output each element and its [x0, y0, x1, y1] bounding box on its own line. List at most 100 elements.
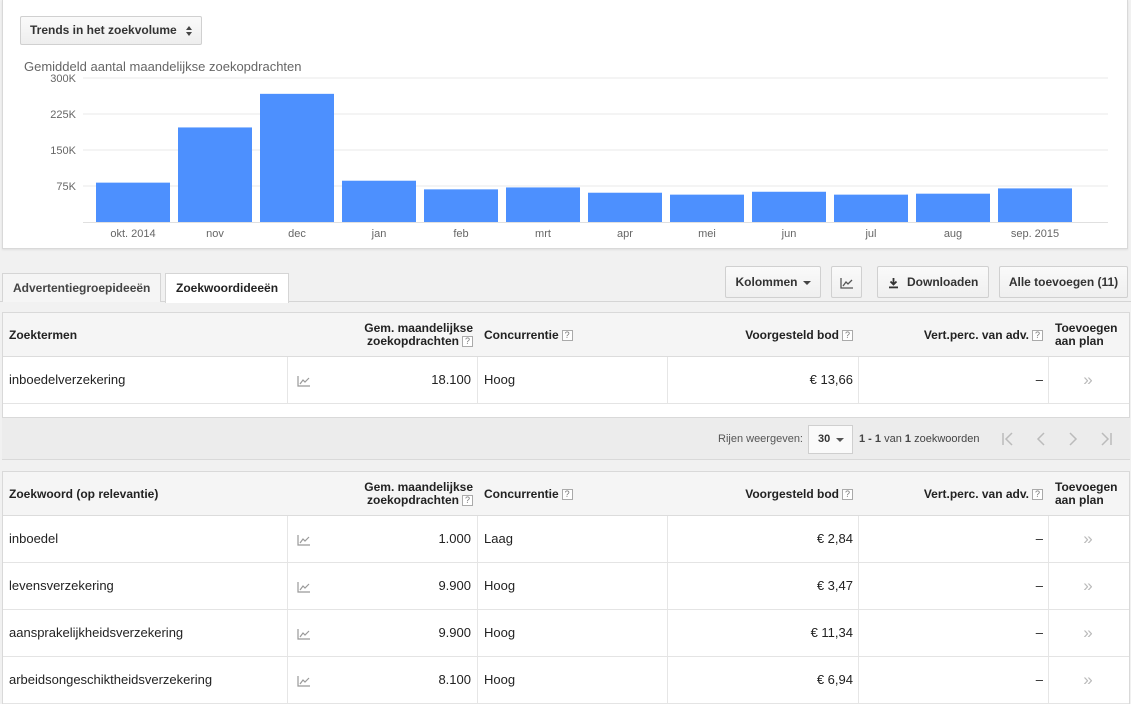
bar[interactable]	[916, 193, 990, 222]
bar[interactable]	[424, 189, 498, 222]
header-suggested-bid: Voorgesteld bod?	[671, 487, 853, 501]
competition-value: Hoog	[484, 672, 516, 687]
avg-monthly-searches: 18.100	[431, 372, 471, 387]
pagination-range: 1 - 1 van 1 zoekwoorden	[859, 433, 980, 445]
x-tick-label: jun	[781, 228, 797, 240]
column-divider	[667, 657, 668, 703]
x-tick-label: jan	[371, 228, 387, 240]
bar[interactable]	[998, 188, 1072, 222]
competition-value: Hoog	[484, 625, 516, 640]
avg-monthly-searches: 9.900	[438, 625, 471, 640]
columns-button[interactable]: Kolommen	[725, 266, 821, 298]
column-divider	[858, 610, 859, 656]
column-divider	[477, 563, 478, 609]
trend-chart-icon	[839, 277, 853, 289]
ad-impression-share: –	[1035, 578, 1043, 593]
bar[interactable]	[96, 182, 170, 222]
add-all-button[interactable]: Alle toevoegen (11)	[999, 266, 1128, 298]
bar[interactable]	[260, 93, 334, 222]
keyword-text: arbeidsongeschiktheidsverzekering	[9, 672, 213, 687]
trend-chart-icon[interactable]	[293, 357, 315, 403]
double-chevron-right-icon[interactable]: »	[1053, 516, 1123, 562]
trend-chart-icon[interactable]	[293, 657, 315, 703]
help-icon[interactable]: ?	[842, 330, 853, 342]
y-tick-label: 300K	[50, 73, 76, 85]
rows-per-page-select[interactable]: 30	[808, 425, 853, 454]
chevron-down-icon	[836, 438, 844, 442]
header-vert-label: Vert.perc. van adv.	[923, 487, 1029, 501]
table-header: Zoekwoord (op relevantie) Gem. maandelij…	[3, 472, 1129, 516]
table-row: levensverzekering 9.900 Hoog € 3,47 –»	[3, 563, 1129, 610]
double-chevron-right-icon[interactable]: »	[1053, 357, 1123, 403]
column-divider	[1048, 516, 1049, 562]
header-competition: Concurrentie?	[484, 487, 573, 501]
help-icon[interactable]: ?	[842, 489, 853, 501]
range-of: van	[884, 433, 902, 445]
keyword-text: aansprakelijkheidsverzekering	[9, 625, 184, 640]
last-page-icon[interactable]	[1095, 428, 1117, 450]
column-divider	[667, 357, 668, 403]
trend-chart-icon[interactable]	[293, 563, 315, 609]
y-tick-label: 75K	[56, 181, 76, 193]
header-add-line2: aan plan	[1055, 493, 1104, 507]
bar[interactable]	[506, 187, 580, 222]
x-tick-label: aug	[944, 228, 962, 240]
help-icon[interactable]: ?	[561, 489, 573, 501]
header-volume-line1: Gem. maandelijkse	[364, 321, 473, 335]
header-competition-label: Concurrentie	[484, 487, 559, 501]
bar[interactable]	[670, 194, 744, 222]
trend-chart-icon[interactable]	[293, 610, 315, 656]
column-divider	[1048, 610, 1049, 656]
header-volume-line2: zoekopdrachten	[366, 334, 459, 348]
competition-value: Laag	[484, 531, 513, 546]
double-chevron-right-icon[interactable]: »	[1053, 563, 1123, 609]
first-page-icon[interactable]	[997, 428, 1019, 450]
avg-monthly-searches: 8.100	[438, 672, 471, 687]
previous-page-icon[interactable]	[1030, 428, 1052, 450]
column-divider	[667, 516, 668, 562]
column-divider	[287, 563, 288, 609]
ad-impression-share: –	[1035, 672, 1043, 687]
double-chevron-right-icon[interactable]: »	[1053, 610, 1123, 656]
double-chevron-right-icon[interactable]: »	[1053, 657, 1123, 703]
competition-value: Hoog	[484, 372, 516, 387]
table-header: Zoektermen Gem. maandelijkse zoekopdrach…	[3, 313, 1129, 357]
tab-ad-group-ideas[interactable]: Advertentiegroepideeën	[2, 273, 161, 302]
chart-toggle-button[interactable]	[831, 266, 862, 298]
range-value: 1 - 1	[859, 433, 882, 445]
table-row: inboedel 1.000 Laag € 2,84 –»	[3, 516, 1129, 563]
help-icon[interactable]: ?	[1032, 330, 1043, 342]
bar[interactable]	[588, 192, 662, 222]
y-tick-label: 150K	[50, 145, 76, 157]
help-icon[interactable]: ?	[462, 495, 473, 507]
column-divider	[858, 563, 859, 609]
rows-per-page-label: Rijen weergeven:	[718, 433, 803, 445]
bar[interactable]	[752, 191, 826, 222]
help-icon[interactable]: ?	[1032, 489, 1043, 501]
download-button-label: Downloaden	[907, 275, 979, 289]
bar[interactable]	[342, 180, 416, 222]
x-tick-label: mei	[698, 228, 716, 240]
column-divider	[287, 610, 288, 656]
help-icon[interactable]: ?	[561, 330, 573, 342]
table-body: inboedel 1.000 Laag € 2,84–» levensverzekeri…	[3, 516, 1129, 704]
chevron-down-icon	[802, 280, 811, 285]
header-bid-label: Voorgesteld bod	[745, 328, 839, 342]
bar[interactable]	[834, 194, 908, 222]
tab-keyword-ideas[interactable]: Zoekwoordideeën	[165, 273, 289, 303]
trend-chart-icon[interactable]	[293, 516, 315, 562]
x-tick-label: feb	[453, 228, 468, 240]
table-body: inboedelverzekering 18.100 Hoog € 13,66 –»	[3, 357, 1129, 404]
table-row: arbeidsongeschiktheidsverzekering 8.100 Ho…	[3, 657, 1129, 704]
header-competition-label: Concurrentie	[484, 328, 559, 342]
x-tick-label: dec	[288, 228, 306, 240]
next-page-icon[interactable]	[1062, 428, 1084, 450]
header-volume-line1: Gem. maandelijkse	[364, 480, 473, 494]
x-tick-label: mrt	[535, 228, 551, 240]
help-icon[interactable]: ?	[462, 336, 473, 348]
download-button[interactable]: Downloaden	[877, 266, 989, 298]
bar[interactable]	[178, 127, 252, 222]
suggested-bid: € 13,66	[809, 372, 853, 387]
competition-value: Hoog	[484, 578, 516, 593]
column-divider	[1048, 563, 1049, 609]
